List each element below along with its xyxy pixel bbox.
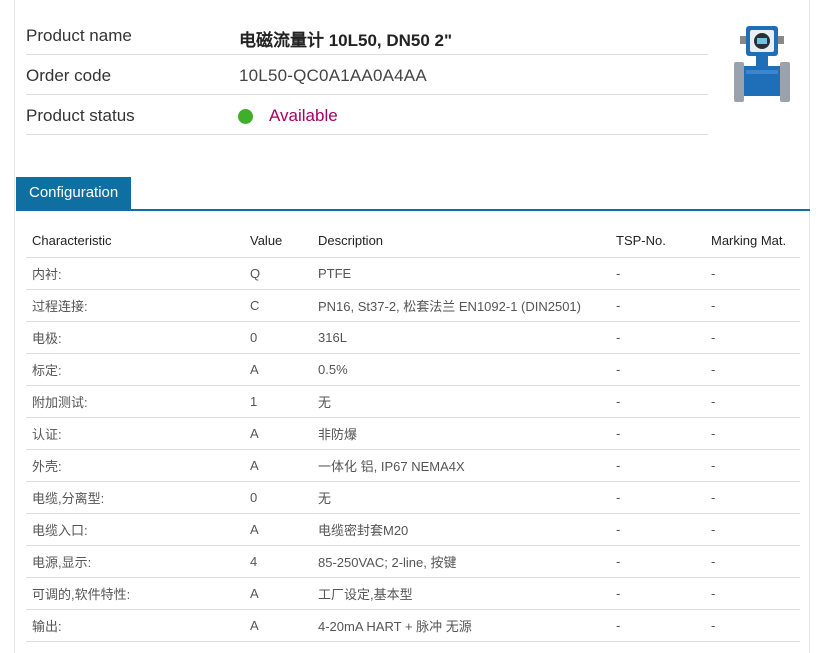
table-row: 标定: A 0.5% - - <box>26 353 800 386</box>
cell-marking-mat: - <box>705 545 800 578</box>
cell-description: 电缆密封套M20 <box>312 513 610 546</box>
cell-description: PTFE <box>312 257 610 290</box>
cell-value: A <box>244 417 312 450</box>
cell-value: A <box>244 513 312 546</box>
order-code-value[interactable]: 10L50-QC0A1AA0A4AA <box>239 66 427 86</box>
cell-tsp-no: - <box>610 577 705 610</box>
cell-description: 一体化 铝, IP67 NEMA4X <box>312 449 610 482</box>
configuration-table: Characteristic Value Description TSP-No.… <box>26 224 800 642</box>
table-row: 电源,显示: 4 85-250VAC; 2-line, 按键 - - <box>26 545 800 578</box>
cell-description: 316L <box>312 321 610 354</box>
cell-description: 工厂设定,基本型 <box>312 577 610 610</box>
cell-marking-mat: - <box>705 577 800 610</box>
product-status-label: Product status <box>26 106 135 125</box>
table-row: 电缆,分离型: 0 无 - - <box>26 481 800 514</box>
cell-tsp-no: - <box>610 257 705 290</box>
cell-marking-mat: - <box>705 321 800 354</box>
product-name-value: 电磁流量计 10L50, DN50 2" <box>239 31 453 50</box>
header-tsp-no: TSP-No. <box>610 224 705 258</box>
cell-marking-mat: - <box>705 385 800 418</box>
cell-characteristic: 过程连接: <box>26 289 244 322</box>
table-row: 内衬: Q PTFE - - <box>26 257 800 290</box>
table-row: 电极: 0 316L - - <box>26 321 800 354</box>
product-name-row: Product name 电磁流量计 10L50, DN50 2" <box>26 16 708 55</box>
cell-value: Q <box>244 257 312 290</box>
cell-value: 0 <box>244 321 312 354</box>
cell-marking-mat: - <box>705 513 800 546</box>
cell-tsp-no: - <box>610 289 705 322</box>
cell-marking-mat: - <box>705 417 800 450</box>
cell-value: A <box>244 577 312 610</box>
table-row: 附加测试: 1 无 - - <box>26 385 800 418</box>
cell-characteristic: 内衬: <box>26 257 244 290</box>
cell-description: PN16, St37-2, 松套法兰 EN1092-1 (DIN2501) <box>312 289 610 322</box>
cell-characteristic: 电极: <box>26 321 244 354</box>
cell-marking-mat: - <box>705 257 800 290</box>
cell-value: A <box>244 449 312 482</box>
cell-value: 0 <box>244 481 312 514</box>
cell-marking-mat: - <box>705 353 800 386</box>
cell-description: 非防爆 <box>312 417 610 450</box>
cell-characteristic: 可调的,软件特性: <box>26 577 244 610</box>
cell-marking-mat: - <box>705 481 800 514</box>
cell-description: 0.5% <box>312 353 610 386</box>
cell-tsp-no: - <box>610 545 705 578</box>
cell-value: C <box>244 289 312 322</box>
cell-value: A <box>244 609 312 642</box>
table-header-row: Characteristic Value Description TSP-No.… <box>26 224 800 258</box>
header-value: Value <box>244 224 312 258</box>
cell-tsp-no: - <box>610 481 705 514</box>
cell-value: A <box>244 353 312 386</box>
cell-marking-mat: - <box>705 289 800 322</box>
product-status-value: Available <box>269 106 338 125</box>
cell-characteristic: 电缆入口: <box>26 513 244 546</box>
order-code-label: Order code <box>26 66 112 85</box>
header-marking-mat: Marking Mat. <box>705 224 800 258</box>
product-status-row: Product status Available <box>26 96 708 135</box>
cell-value: 1 <box>244 385 312 418</box>
tab-configuration[interactable]: Configuration <box>16 177 132 209</box>
tab-underline <box>16 209 810 211</box>
cell-tsp-no: - <box>610 353 705 386</box>
flowmeter-product-image <box>734 26 790 102</box>
cell-characteristic: 标定: <box>26 353 244 386</box>
cell-description: 4-20mA HART + 脉冲 无源 <box>312 609 610 642</box>
header-characteristic: Characteristic <box>26 224 244 258</box>
cell-description: 85-250VAC; 2-line, 按键 <box>312 545 610 578</box>
status-available-icon <box>238 109 253 124</box>
table-row: 认证: A 非防爆 - - <box>26 417 800 450</box>
cell-characteristic: 外壳: <box>26 449 244 482</box>
table-row: 电缆入口: A 电缆密封套M20- - <box>26 513 800 546</box>
cell-tsp-no: - <box>610 449 705 482</box>
cell-value: 4 <box>244 545 312 578</box>
cell-characteristic: 电源,显示: <box>26 545 244 578</box>
cell-tsp-no: - <box>610 513 705 546</box>
cell-characteristic: 电缆,分离型: <box>26 481 244 514</box>
cell-description: 无 <box>312 481 610 514</box>
order-code-row: Order code 10L50-QC0A1AA0A4AA <box>26 56 708 95</box>
table-row: 可调的,软件特性: A 工厂设定,基本型 - - <box>26 577 800 610</box>
table-row: 输出: A 4-20mA HART + 脉冲 无源 - - <box>26 609 800 642</box>
cell-characteristic: 认证: <box>26 417 244 450</box>
cell-tsp-no: - <box>610 385 705 418</box>
table-row: 过程连接: C PN16, St37-2, 松套法兰 EN1092-1 (DIN25… <box>26 289 800 322</box>
product-name-label: Product name <box>26 26 132 45</box>
cell-description: 无 <box>312 385 610 418</box>
cell-marking-mat: - <box>705 609 800 642</box>
cell-tsp-no: - <box>610 609 705 642</box>
cell-marking-mat: - <box>705 449 800 482</box>
cell-characteristic: 附加测试: <box>26 385 244 418</box>
cell-characteristic: 输出: <box>26 609 244 642</box>
cell-tsp-no: - <box>610 417 705 450</box>
cell-tsp-no: - <box>610 321 705 354</box>
table-body: 内衬: Q PTFE - - 过程连接: C PN16, St37-2, 松套法兰 EN109… <box>26 257 800 642</box>
header-description: Description <box>312 224 610 258</box>
table-row: 外壳: A 一体化 铝, IP67 NEMA4X - - <box>26 449 800 482</box>
